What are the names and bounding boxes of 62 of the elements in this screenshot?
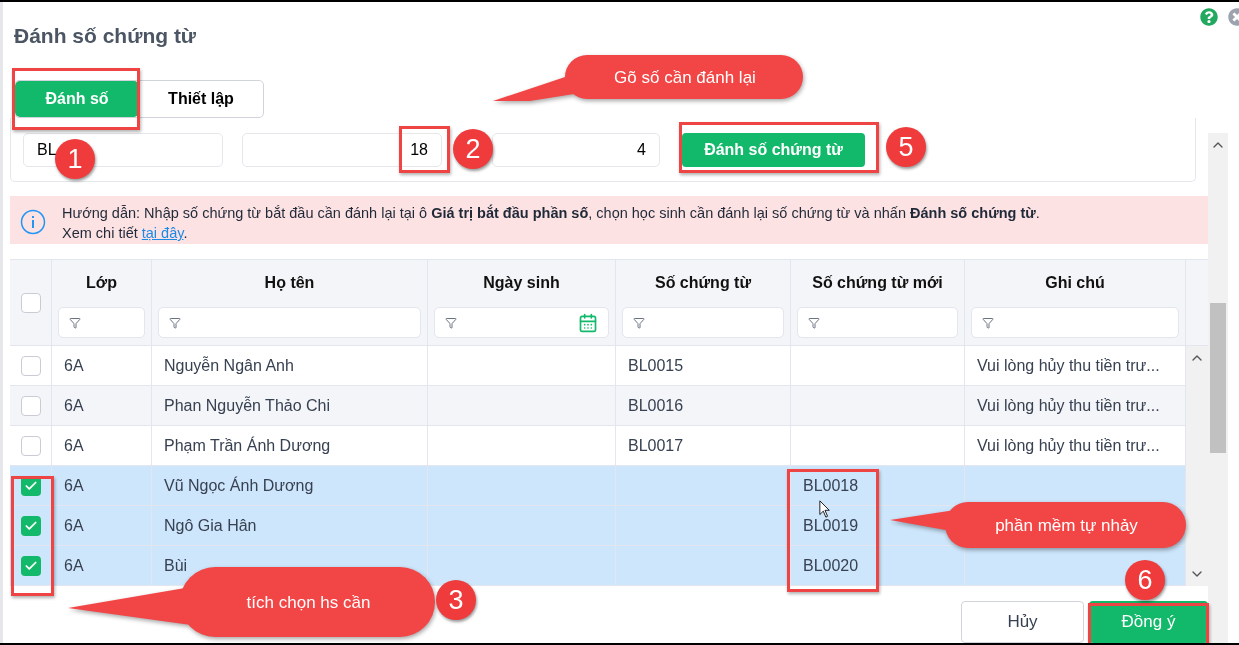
cursor-icon	[819, 500, 831, 518]
highlight-overlay	[399, 126, 450, 173]
step-badge: 2	[453, 129, 493, 169]
column-header: Số chứng từ mới	[812, 273, 943, 291]
table-scrollbar[interactable]	[1186, 346, 1208, 586]
step-badge: 5	[886, 127, 926, 167]
table-cell-text: Vũ Ngọc Ánh Dương	[164, 475, 314, 496]
table-cell-text: BL0018	[803, 475, 859, 496]
table-cell-text: BL0017	[628, 435, 684, 456]
column-header: Số chứng từ	[654, 273, 752, 291]
page-scrollbar[interactable]	[1208, 133, 1228, 643]
filter-icon	[69, 316, 81, 329]
filter-icon	[982, 316, 994, 329]
input-field[interactable]: 18	[242, 133, 442, 167]
table-cell-text: 6A	[64, 395, 84, 416]
filter-field[interactable]	[434, 307, 609, 338]
table-cell-text: Ngô Gia Hân	[164, 515, 257, 536]
filter-icon	[808, 316, 820, 329]
checkbox[interactable]	[20, 555, 41, 576]
table-cell-text: BL0016	[628, 395, 684, 416]
table-cell-text: BL0019	[803, 515, 859, 536]
column-header: Ngày sinh	[483, 273, 560, 291]
table-cell-text: 6A	[64, 475, 84, 496]
column-header: Lớp	[86, 273, 117, 291]
table-cell-text: Vui lòng hủy thu tiền trư...	[977, 435, 1160, 456]
step-badge: 6	[1125, 560, 1165, 600]
table-cell-text: Vui lòng hủy thu tiền trư...	[977, 355, 1160, 376]
checkbox[interactable]	[20, 355, 41, 376]
filter-field[interactable]	[58, 307, 145, 338]
table-cell-text: Nguyễn Ngân Anh	[164, 355, 294, 376]
column-header: Ghi chú	[1045, 273, 1105, 291]
help-icon[interactable]	[1200, 8, 1218, 26]
dialog-title: Đánh số chứng từ	[14, 24, 197, 47]
filter-icon	[445, 316, 457, 329]
input-field[interactable]: 4	[492, 133, 660, 167]
cancel-button[interactable]: Hủy	[961, 601, 1084, 643]
table-cell-text: 6A	[64, 435, 84, 456]
table-cell-text: 6A	[64, 515, 84, 536]
table-cell-text: BL0015	[628, 355, 684, 376]
checkbox[interactable]	[20, 435, 41, 456]
filter-icon	[633, 316, 645, 329]
table-cell-text: Phan Nguyễn Thảo Chi	[164, 395, 331, 416]
guide-text: Hướng dẫn: Nhập số chứng từ bắt đầu cần đánh lại tại ô Giá trị bắt đầu phần số, chọn học sinh cần đánh lại số chứng từ và nhấn Đánh số chứng từ. Xem chi tiết tại đây.	[62, 203, 1040, 243]
filter-field[interactable]	[158, 307, 421, 338]
scrollbar-thumb[interactable]	[1210, 303, 1226, 453]
table-cell-text: Vui lòng hủy thu tiền trư...	[977, 395, 1160, 416]
filter-field[interactable]	[622, 307, 784, 338]
step-badge: 3	[436, 580, 476, 620]
info-icon	[20, 209, 46, 235]
filter-field[interactable]	[797, 307, 958, 338]
table-cell-text: BL0020	[803, 555, 859, 576]
checkbox[interactable]	[20, 292, 41, 313]
table-cell-text: Phạm Trần Ánh Dương	[164, 435, 331, 456]
checkbox[interactable]	[20, 395, 41, 416]
column-header: Họ tên	[264, 273, 315, 291]
calendar-icon[interactable]	[578, 312, 598, 333]
tab[interactable]: Thiết lập	[139, 81, 263, 117]
filter-icon	[169, 316, 181, 329]
step-badge: 1	[55, 139, 95, 179]
table-cell-text: 6A	[64, 355, 84, 376]
filter-field[interactable]	[971, 307, 1179, 338]
checkbox[interactable]	[20, 515, 41, 536]
